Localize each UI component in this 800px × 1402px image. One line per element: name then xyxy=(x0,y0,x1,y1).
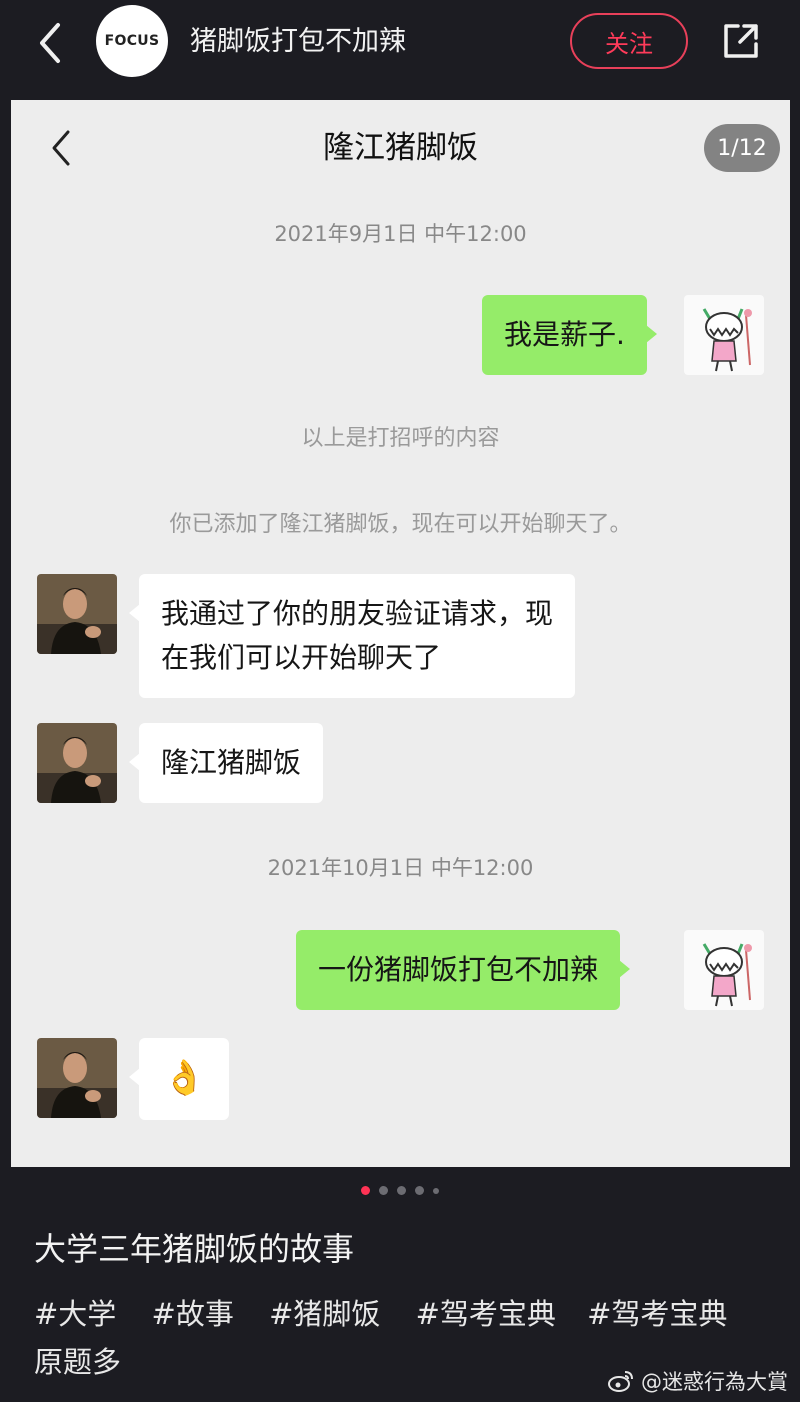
hashtag-link[interactable]: #驾考宝典 xyxy=(416,1297,556,1331)
chat-timestamp: 2021年10月1日 中午12:00 xyxy=(267,856,534,880)
user-avatar xyxy=(684,295,764,375)
image-page-counter: 1/12 xyxy=(704,124,780,172)
hashtag-link[interactable]: #大学 xyxy=(34,1297,116,1331)
hashtag-link[interactable]: #驾考宝典 xyxy=(587,1297,727,1331)
message-line: 我通过了你的朋友验证请求，现 xyxy=(161,597,554,630)
watermark: @迷惑行為大賞 xyxy=(607,1366,788,1396)
chat-timestamp: 2021年9月1日 中午12:00 xyxy=(274,222,527,246)
carousel-dot xyxy=(433,1187,439,1194)
account-avatar[interactable]: FOCUS xyxy=(96,5,168,77)
app-bar: FOCUS 猪脚饭打包不加辣 关注 xyxy=(0,0,800,90)
message-line: 在我们可以开始聊天了 xyxy=(161,641,442,674)
carousel-dot-active xyxy=(361,1186,370,1195)
account-logo-text: FOCUS xyxy=(104,33,160,49)
message-bubble-contact: 我通过了你的朋友验证请求，现 在我们可以开始聊天了 xyxy=(128,574,576,698)
message-bubble-contact: 隆江猪脚饭 xyxy=(128,723,324,803)
post-title: 大学三年猪脚饭的故事 xyxy=(34,1230,355,1268)
contact-avatar xyxy=(37,1038,117,1118)
carousel-dot xyxy=(379,1186,388,1195)
follow-button[interactable]: 关注 xyxy=(570,13,688,69)
hashtag-link[interactable]: #故事 xyxy=(152,1297,234,1331)
contact-avatar xyxy=(37,723,117,803)
hashtag-continuation[interactable]: 原题多 xyxy=(34,1345,121,1379)
message-bubble-contact: 👌 xyxy=(128,1038,230,1120)
contact-avatar xyxy=(37,574,117,654)
back-arrow-icon[interactable] xyxy=(30,18,70,68)
message-bubble-self: 我是薪子. xyxy=(482,295,657,375)
carousel-dot xyxy=(415,1186,424,1195)
carousel-indicator xyxy=(0,1186,800,1195)
chat-screenshot-image[interactable]: 隆江猪脚饭 1/12 2021年9月1日 中午12:00 我是薪子. 以上是打招… xyxy=(11,100,790,1167)
share-icon[interactable] xyxy=(718,18,764,64)
hashtag-link[interactable]: #猪脚饭 xyxy=(269,1297,380,1331)
user-avatar xyxy=(684,930,764,1010)
system-message-greeting: 以上是打招呼的内容 xyxy=(301,426,500,451)
carousel-dot xyxy=(397,1186,406,1195)
weibo-icon xyxy=(608,1371,633,1392)
ok-hand-emoji: 👌 xyxy=(163,1058,206,1098)
system-message-added: 你已添加了隆江猪脚饭，现在可以开始聊天了。 xyxy=(169,512,632,537)
watermark-text: @迷惑行為大賞 xyxy=(641,1370,788,1394)
chat-contact-name: 隆江猪脚饭 xyxy=(323,130,478,166)
message-bubble-self: 一份猪脚饭打包不加辣 xyxy=(296,930,631,1010)
post-header-title: 猪脚饭打包不加辣 xyxy=(190,26,406,57)
